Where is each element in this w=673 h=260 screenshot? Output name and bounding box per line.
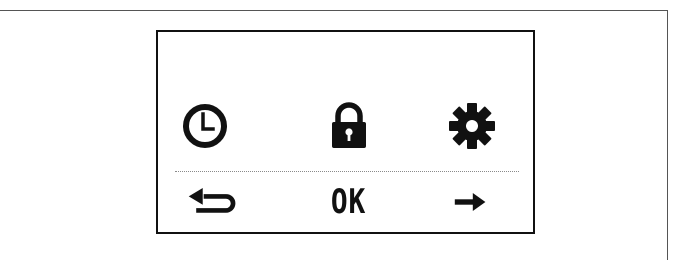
settings-menu-item[interactable]: [447, 101, 497, 151]
gear-icon: [449, 103, 495, 149]
softkey-divider: [175, 171, 519, 172]
return-arrow-icon: [188, 188, 236, 213]
ok-label: OK: [330, 182, 366, 222]
device-display: OK: [156, 30, 535, 234]
right-arrow-icon: [454, 193, 486, 211]
next-softkey[interactable]: [441, 180, 501, 224]
clock-icon: [183, 104, 227, 148]
ok-softkey[interactable]: OK: [308, 180, 388, 224]
lock-icon: [332, 102, 366, 148]
back-softkey[interactable]: [178, 180, 248, 224]
clock-menu-item[interactable]: [180, 101, 230, 151]
lock-menu-item[interactable]: [324, 101, 374, 151]
